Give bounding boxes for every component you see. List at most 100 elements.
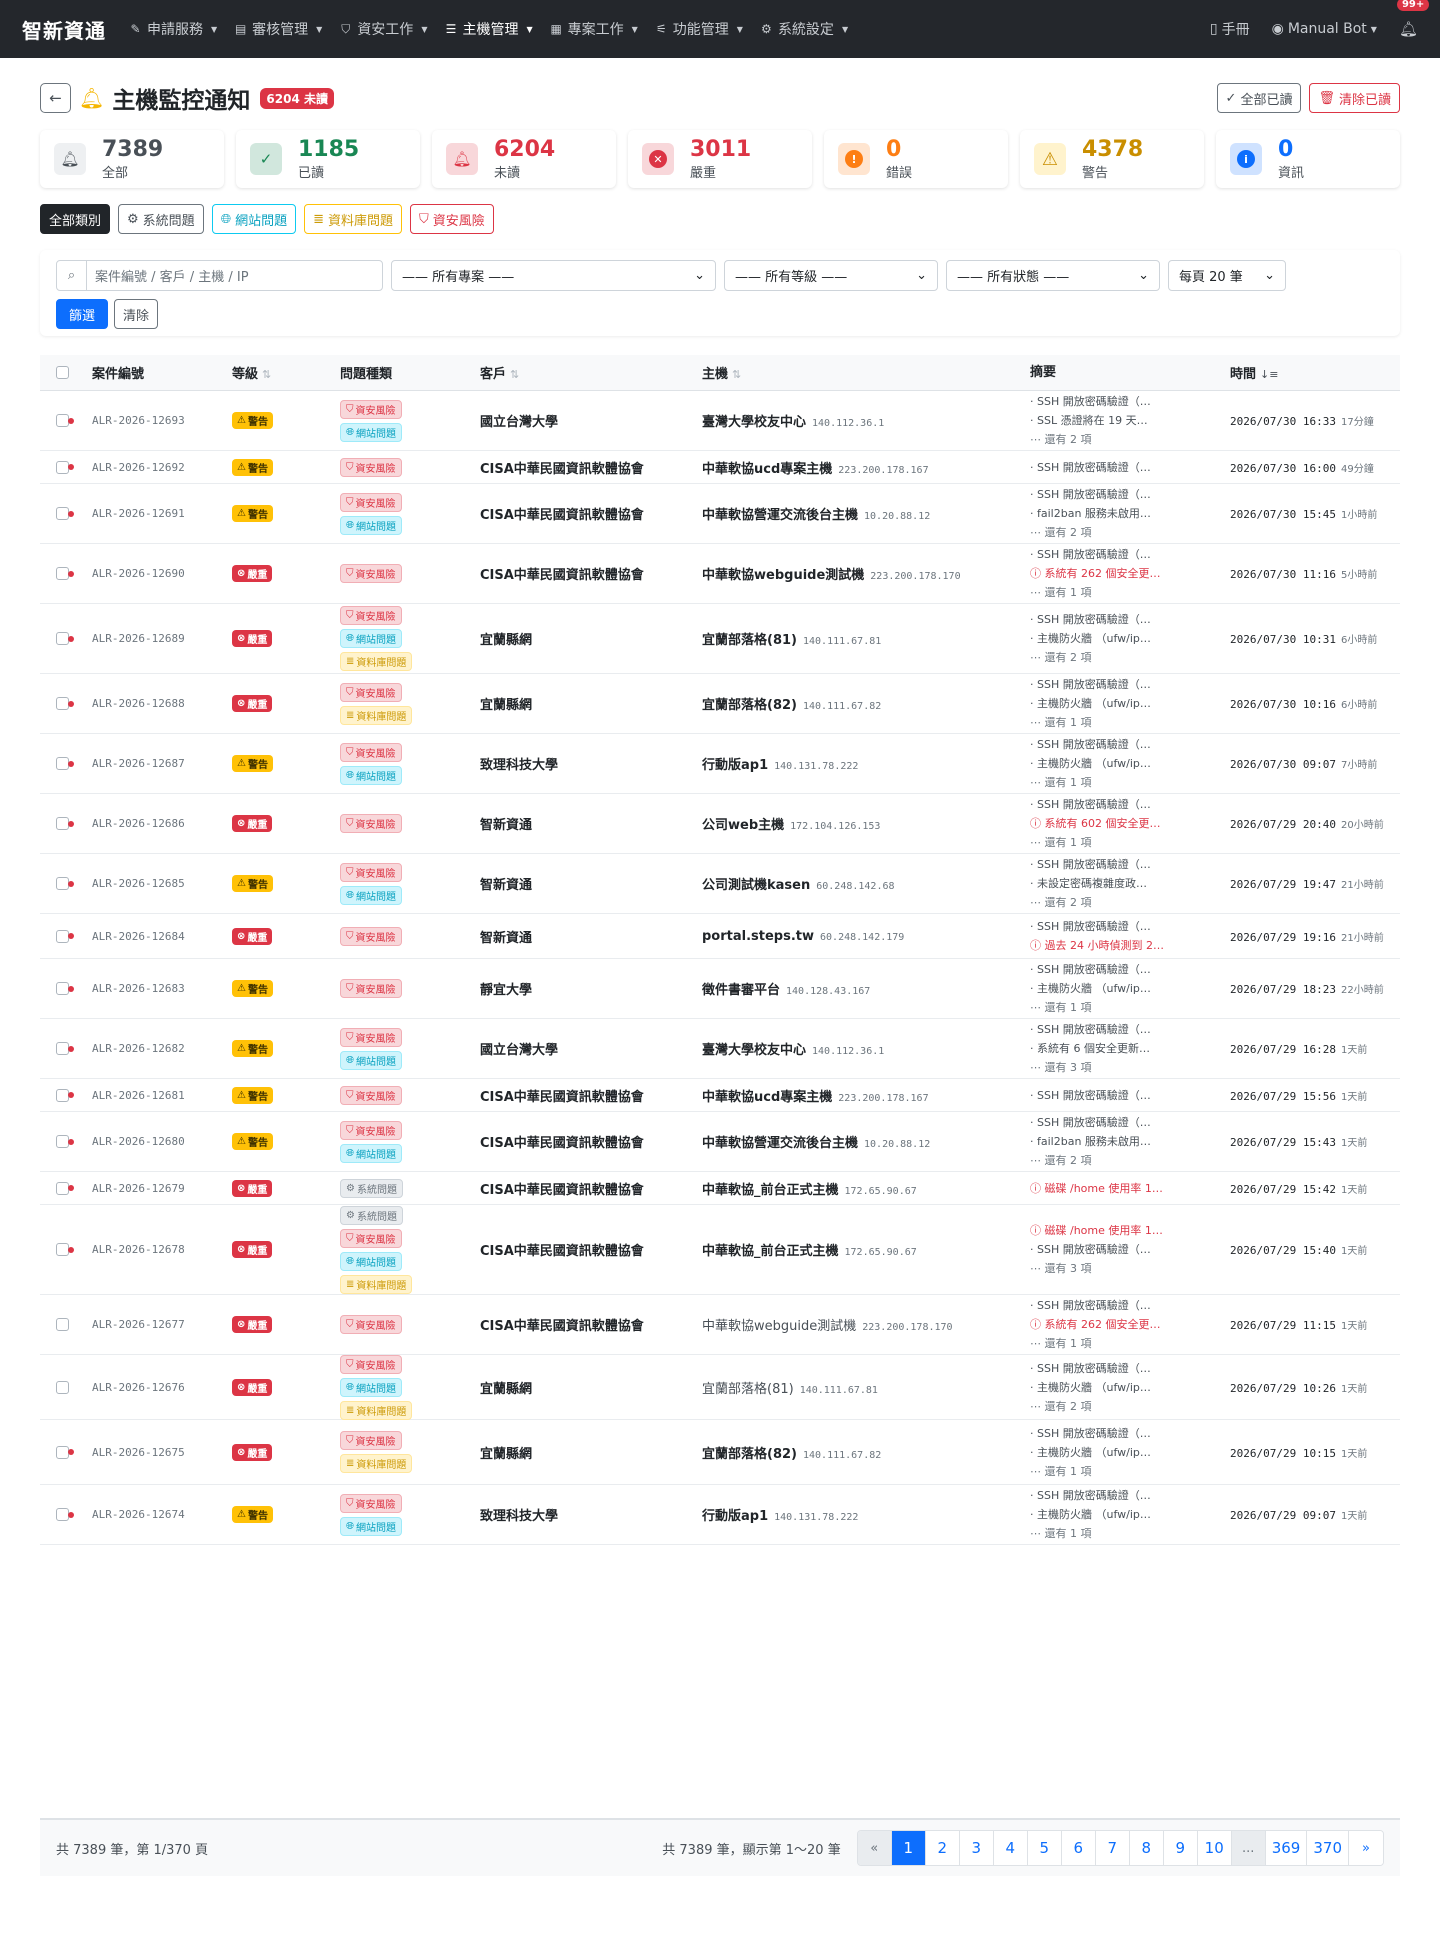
table-row[interactable]: ALR-2026-12689 ⊗ 嚴重 ⛉ 資安風險 🌐︎ 網站問題 ≣ 資料庫問題 宜蘭縣網 宜蘭… <box>40 604 1400 674</box>
table-row[interactable]: ALR-2026-12683 ⚠ 警告 ⛉ 資安風險 靜宜大學 徵件書審平台 140.128.… <box>40 959 1400 1019</box>
row-checkbox[interactable] <box>56 1318 69 1331</box>
summary-more[interactable]: ⋯ 還有 1 項 <box>1030 713 1230 732</box>
nav-item-2[interactable]: ⛉ 資安工作 ▼ <box>338 19 427 39</box>
summary-more[interactable]: ⋯ 還有 1 項 <box>1030 998 1230 1017</box>
page-button[interactable]: 10 <box>1197 1831 1232 1865</box>
col-level[interactable]: 等級 ⇅ <box>232 363 340 382</box>
nav-item-1[interactable]: ▤ 審核管理 ▼ <box>233 19 322 39</box>
alert-id[interactable]: ALR-2026-12679 <box>92 1182 232 1195</box>
summary-more[interactable]: ⋯ 還有 1 項 <box>1030 1334 1230 1353</box>
page-button[interactable]: 5 <box>1027 1831 1062 1865</box>
alert-id[interactable]: ALR-2026-12685 <box>92 877 232 890</box>
host-name[interactable]: 徵件書審平台 <box>702 983 780 998</box>
stat-card-6[interactable]: i 0 資訊 <box>1216 130 1400 188</box>
summary-more[interactable]: ⋯ 還有 2 項 <box>1030 893 1230 912</box>
table-row[interactable]: ALR-2026-12680 ⚠ 警告 ⛉ 資安風險 🌐︎ 網站問題 CISA中華民國資訊軟體… <box>40 1112 1400 1172</box>
host-name[interactable]: 中華軟協ucd專案主機 <box>702 462 832 477</box>
page-button[interactable]: 8 <box>1129 1831 1164 1865</box>
host-name[interactable]: 宜蘭部落格(81) <box>702 1382 794 1397</box>
host-name[interactable]: 宜蘭部落格(81) <box>702 633 797 648</box>
table-row[interactable]: ALR-2026-12677 ⊗ 嚴重 ⛉ 資安風險 CISA中華民國資訊軟體協會 中華軟協… <box>40 1295 1400 1355</box>
row-checkbox[interactable] <box>56 1380 69 1394</box>
table-row[interactable]: ALR-2026-12682 ⚠ 警告 ⛉ 資安風險 🌐︎ 網站問題 國立台灣大學 臺灣大學校友… <box>40 1019 1400 1079</box>
brand-logo[interactable]: 智新資通 <box>22 15 106 44</box>
page-button[interactable]: 7 <box>1095 1831 1130 1865</box>
project-select[interactable]: —— 所有專案 —— ⌄ <box>391 260 716 291</box>
host-name[interactable]: 宜蘭部落格(82) <box>702 698 797 713</box>
summary-more[interactable]: ⋯ 還有 2 項 <box>1030 430 1230 449</box>
summary-more[interactable]: ⋯ 還有 1 項 <box>1030 583 1230 602</box>
alert-id[interactable]: ALR-2026-12674 <box>92 1508 232 1521</box>
alert-id[interactable]: ALR-2026-12682 <box>92 1042 232 1055</box>
alert-id[interactable]: ALR-2026-12686 <box>92 817 232 830</box>
filter-clear-button[interactable]: 清除 <box>114 299 159 329</box>
page-button[interactable]: 9 <box>1163 1831 1198 1865</box>
alert-id[interactable]: ALR-2026-12690 <box>92 567 232 580</box>
table-row[interactable]: ALR-2026-12674 ⚠ 警告 ⛉ 資安風險 🌐︎ 網站問題 致理科技大學 行動版ap1… <box>40 1485 1400 1545</box>
alert-id[interactable]: ALR-2026-12688 <box>92 697 232 710</box>
page-button[interactable]: 4 <box>993 1831 1028 1865</box>
alert-id[interactable]: ALR-2026-12689 <box>92 632 232 645</box>
next-page-button[interactable]: » <box>1349 1831 1383 1865</box>
page-button[interactable]: 2 <box>925 1831 960 1865</box>
host-name[interactable]: 行動版ap1 <box>702 1509 768 1524</box>
summary-more[interactable]: ⋯ 還有 2 項 <box>1030 1151 1230 1170</box>
alert-id[interactable]: ALR-2026-12687 <box>92 757 232 770</box>
summary-more[interactable]: ⋯ 還有 2 項 <box>1030 1397 1230 1416</box>
host-name[interactable]: 中華軟協ucd專案主機 <box>702 1090 832 1105</box>
alert-id[interactable]: ALR-2026-12677 <box>92 1318 232 1331</box>
table-row[interactable]: ALR-2026-12688 ⊗ 嚴重 ⛉ 資安風險 ≣ 資料庫問題 宜蘭縣網 宜蘭部落格(82… <box>40 674 1400 734</box>
table-row[interactable]: ALR-2026-12684 ⊗ 嚴重 ⛉ 資安風險 智新資通 portal.steps.t… <box>40 914 1400 959</box>
stat-card-0[interactable]: 🔔︎ 7389 全部 <box>40 130 224 188</box>
notification-bell-button[interactable]: 🔔︎ 99+ <box>1396 0 1430 38</box>
select-all-checkbox[interactable] <box>56 366 69 379</box>
table-row[interactable]: ALR-2026-12687 ⚠ 警告 ⛉ 資安風險 🌐︎ 網站問題 致理科技大學 行動版ap1… <box>40 734 1400 794</box>
alert-id[interactable]: ALR-2026-12681 <box>92 1089 232 1102</box>
summary-more[interactable]: ⋯ 還有 3 項 <box>1030 1259 1230 1278</box>
host-name[interactable]: 臺灣大學校友中心 <box>702 1043 806 1058</box>
summary-more[interactable]: ⋯ 還有 1 項 <box>1030 773 1230 792</box>
host-name[interactable]: 中華軟協_前台正式主機 <box>702 1244 839 1259</box>
table-row[interactable]: ALR-2026-12678 ⊗ 嚴重 ⚙ 系統問題 ⛉ 資安風險 🌐︎ 網站問題 ≣ 資料庫問題 C… <box>40 1205 1400 1295</box>
summary-more[interactable]: ⋯ 還有 2 項 <box>1030 648 1230 667</box>
table-row[interactable]: ALR-2026-12686 ⊗ 嚴重 ⛉ 資安風險 智新資通 公司web主機 172.104… <box>40 794 1400 854</box>
back-button[interactable]: ← <box>40 83 71 113</box>
level-select[interactable]: —— 所有等級 —— ⌄ <box>724 260 938 291</box>
page-button[interactable]: 369 <box>1265 1831 1308 1865</box>
table-row[interactable]: ALR-2026-12675 ⊗ 嚴重 ⛉ 資安風險 ≣ 資料庫問題 宜蘭縣網 宜蘭部落格(82… <box>40 1420 1400 1485</box>
stat-card-2[interactable]: 🔔︎ 6204 未讀 <box>432 130 616 188</box>
alert-id[interactable]: ALR-2026-12675 <box>92 1446 232 1459</box>
nav-item-4[interactable]: ▦ 專案工作 ▼ <box>549 19 637 39</box>
summary-more[interactable]: ⋯ 還有 1 項 <box>1030 1462 1230 1481</box>
clear-read-button[interactable]: 🗑︎ 清除已讀 <box>1309 83 1400 113</box>
page-button[interactable]: 370 <box>1307 1831 1349 1865</box>
mark-all-read-button[interactable]: ✓ 全部已讀 <box>1216 83 1302 113</box>
table-row[interactable]: ALR-2026-12693 ⚠ 警告 ⛉ 資安風險 🌐︎ 網站問題 國立台灣大學 臺灣大學校友… <box>40 391 1400 451</box>
host-name[interactable]: 中華軟協webguide測試機 <box>702 568 864 583</box>
host-name[interactable]: 臺灣大學校友中心 <box>702 415 806 430</box>
alert-id[interactable]: ALR-2026-12683 <box>92 982 232 995</box>
summary-more[interactable]: ⋯ 還有 3 項 <box>1030 1058 1230 1077</box>
col-host[interactable]: 主機 ⇅ <box>702 363 1030 382</box>
category-filter-2[interactable]: 🌐︎ 網站問題 <box>211 204 297 234</box>
nav-item-6[interactable]: ⚙ 系統設定 ▼ <box>759 19 848 39</box>
nav-item-3[interactable]: ☰ 主機管理 ▼ <box>443 19 533 39</box>
filter-submit-button[interactable]: 篩選 <box>56 299 109 329</box>
alert-id[interactable]: ALR-2026-12692 <box>92 461 232 474</box>
table-row[interactable]: ALR-2026-12691 ⚠ 警告 ⛉ 資安風險 🌐︎ 網站問題 CISA中華民國資訊軟體… <box>40 484 1400 544</box>
nav-item-5[interactable]: ⚟ 功能管理 ▼ <box>654 19 743 39</box>
alert-id[interactable]: ALR-2026-12676 <box>92 1381 232 1394</box>
page-button[interactable]: 1 <box>891 1831 926 1865</box>
stat-card-3[interactable]: ✕ 3011 嚴重 <box>628 130 812 188</box>
table-row[interactable]: ALR-2026-12685 ⚠ 警告 ⛉ 資安風險 🌐︎ 網站問題 智新資通 公司測試機kas… <box>40 854 1400 914</box>
alert-id[interactable]: ALR-2026-12680 <box>92 1135 232 1148</box>
host-name[interactable]: 公司web主機 <box>702 818 784 833</box>
category-filter-3[interactable]: ≣ 資料庫問題 <box>304 204 403 234</box>
host-name[interactable]: 中華軟協_前台正式主機 <box>702 1183 839 1198</box>
summary-more[interactable]: ⋯ 還有 2 項 <box>1030 523 1230 542</box>
stat-card-4[interactable]: ! 0 錯誤 <box>824 130 1008 188</box>
search-input[interactable]: ⌕ 案件編號 / 客戶 / 主機 / IP <box>56 260 383 291</box>
summary-more[interactable]: ⋯ 還有 1 項 <box>1030 833 1230 852</box>
stat-card-5[interactable]: ⚠ 4378 警告 <box>1020 130 1204 188</box>
category-filter-4[interactable]: ⛉ 資安風險 <box>410 204 494 234</box>
